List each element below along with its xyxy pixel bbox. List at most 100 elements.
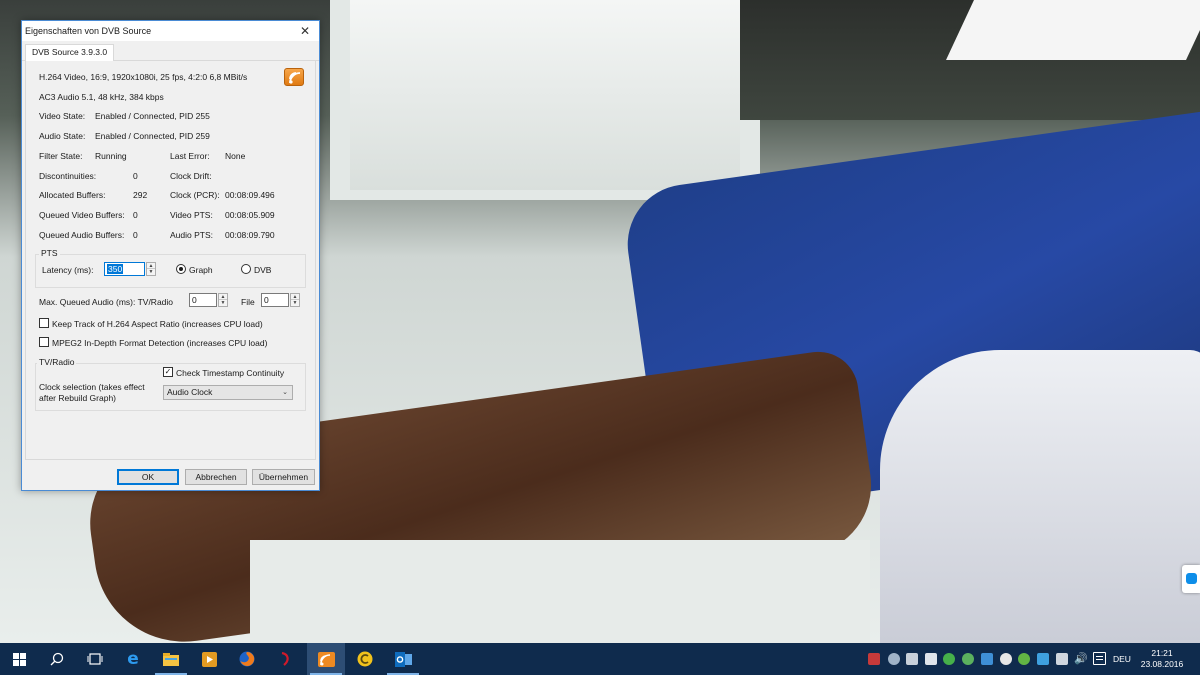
mpeg2-detection-checkbox[interactable]	[39, 337, 49, 347]
timestamp-continuity-label: Check Timestamp Continuity	[176, 368, 285, 378]
dvb-source-logo-icon	[284, 68, 304, 86]
queued-video-label: Queued Video Buffers:	[39, 210, 125, 220]
filter-state-label: Filter State:	[39, 151, 83, 161]
search-icon[interactable]	[38, 643, 76, 675]
aspect-ratio-label: Keep Track of H.264 Aspect Ratio (increa…	[52, 319, 263, 329]
apply-button[interactable]: Übernehmen	[252, 469, 315, 485]
latency-input[interactable]: 350	[104, 262, 145, 276]
close-icon[interactable]: ✕	[291, 21, 319, 41]
tv-radio-queue-input[interactable]: 0	[189, 293, 217, 307]
clock-date: 23.08.2016	[1140, 659, 1184, 669]
start-icon[interactable]	[0, 643, 38, 675]
tray-app-icon[interactable]	[981, 653, 993, 665]
audio-pts-label: Audio PTS:	[170, 230, 213, 240]
clock-selection-label-1: Clock selection (takes effect	[39, 382, 145, 392]
clock-selection-dropdown[interactable]: Audio Clock ⌄	[163, 385, 293, 400]
spin-down-icon[interactable]: ▼	[219, 300, 227, 306]
cancel-button[interactable]: Abbrechen	[185, 469, 247, 485]
tray-app-icon[interactable]	[888, 653, 900, 665]
teamviewer-icon[interactable]	[1182, 565, 1200, 593]
latency-value: 350	[107, 264, 124, 274]
tray-app-icon[interactable]	[1018, 653, 1030, 665]
video-pts-value: 00:08:05.909	[225, 210, 275, 220]
filter-state-value: Running	[95, 151, 127, 161]
dialog-title: Eigenschaften von DVB Source	[25, 26, 152, 36]
queued-audio-label: Queued Audio Buffers:	[39, 230, 125, 240]
ok-button[interactable]: OK	[117, 469, 179, 485]
clock-time: 21:21	[1151, 648, 1173, 658]
app-red-icon[interactable]	[266, 643, 304, 675]
video-pts-label: Video PTS:	[170, 210, 213, 220]
clock[interactable]: 21:21 23.08.2016	[1134, 648, 1190, 670]
queued-audio-value: 0	[133, 230, 138, 240]
tray-app-icon[interactable]	[906, 653, 918, 665]
audio-state-label: Audio State:	[39, 131, 86, 141]
file-explorer-icon[interactable]	[152, 643, 190, 675]
radio-dvb[interactable]	[241, 264, 251, 274]
tab-strip: DVB Source 3.9.3.0	[22, 41, 319, 61]
last-error-value: None	[225, 151, 246, 161]
edge-icon[interactable]: e	[114, 643, 152, 675]
language-indicator[interactable]: DEU	[1113, 654, 1131, 664]
radio-graph[interactable]	[176, 264, 186, 274]
outlook-icon[interactable]	[384, 643, 422, 675]
last-error-label: Last Error:	[170, 151, 210, 161]
checkmark-icon: ✓	[164, 367, 172, 376]
allocated-buffers-label: Allocated Buffers:	[39, 190, 106, 200]
tray-app-icon[interactable]	[943, 653, 955, 665]
radio-graph-label: Graph	[189, 265, 213, 275]
video-state-label: Video State:	[39, 111, 86, 121]
clock-drift-label: Clock Drift:	[170, 171, 212, 181]
taskbar: e 🔊 DEU 21:21 23.08.2016	[0, 643, 1200, 675]
max-queued-audio-label: Max. Queued Audio (ms): TV/Radio	[39, 297, 174, 307]
timestamp-continuity-checkbox[interactable]: ✓	[163, 367, 173, 377]
clock-pcr-value: 00:08:09.496	[225, 190, 275, 200]
file-queue-spinner[interactable]: ▲ ▼	[290, 293, 300, 307]
video-state-value: Enabled / Connected, PID 255	[95, 111, 210, 121]
radio-dvb-label: DVB	[254, 265, 272, 275]
properties-panel: H.264 Video, 16:9, 1920x1080i, 25 fps, 4…	[25, 61, 316, 460]
audio-pts-value: 00:08:09.790	[225, 230, 275, 240]
table-surface-shape	[250, 540, 870, 643]
allocated-buffers-value: 292	[133, 190, 148, 200]
tab-dvb-source[interactable]: DVB Source 3.9.3.0	[25, 44, 115, 61]
white-glove-shape	[880, 350, 1200, 643]
volume-icon[interactable]: 🔊	[1074, 653, 1088, 665]
dialog-titlebar[interactable]: Eigenschaften von DVB Source ✕	[22, 21, 319, 41]
discontinuities-value: 0	[133, 171, 138, 181]
tray-app-icon[interactable]	[1000, 653, 1012, 665]
latency-spinner[interactable]: ▲ ▼	[146, 262, 156, 276]
properties-dialog: Eigenschaften von DVB Source ✕ DVB Sourc…	[21, 20, 320, 491]
discontinuities-label: Discontinuities:	[39, 171, 97, 181]
video-format-text: H.264 Video, 16:9, 1920x1080i, 25 fps, 4…	[39, 72, 248, 82]
tray-app-icon[interactable]	[925, 653, 937, 665]
clock-selection-value: Audio Clock	[167, 387, 213, 397]
chevron-down-icon: ⌄	[282, 389, 288, 396]
tv-radio-queue-spinner[interactable]: ▲ ▼	[218, 293, 228, 307]
queued-video-value: 0	[133, 210, 138, 220]
clock-selection-label-2: after Rebuild Graph)	[39, 393, 117, 403]
clock-pcr-label: Clock (PCR):	[170, 190, 220, 200]
file-queue-input[interactable]: 0	[261, 293, 289, 307]
spin-down-icon[interactable]: ▼	[291, 300, 299, 306]
tray-app-icon[interactable]	[962, 653, 974, 665]
tray-app-icon[interactable]	[1037, 653, 1049, 665]
dvb-source-icon[interactable]	[307, 643, 345, 675]
latency-label: Latency (ms):	[42, 265, 94, 275]
app-yellow-icon[interactable]	[346, 643, 384, 675]
audio-format-text: AC3 Audio 5.1, 48 kHz, 384 kbps	[39, 92, 164, 102]
audio-state-value: Enabled / Connected, PID 259	[95, 131, 210, 141]
mpeg2-detection-label: MPEG2 In-Depth Format Detection (increas…	[52, 338, 268, 348]
tray-inner-shape	[350, 0, 740, 190]
pts-group-label: PTS	[39, 248, 60, 259]
spin-down-icon[interactable]: ▼	[147, 269, 155, 275]
notifications-icon[interactable]	[1093, 652, 1106, 665]
tv-radio-group-label: TV/Radio	[37, 357, 77, 368]
aspect-ratio-checkbox[interactable]	[39, 318, 49, 328]
firefox-icon[interactable]	[228, 643, 266, 675]
tray-app-icon[interactable]	[868, 653, 880, 665]
task-view-icon[interactable]	[76, 643, 114, 675]
media-player-icon[interactable]	[190, 643, 228, 675]
bright-edge-shape	[946, 0, 1200, 60]
network-icon[interactable]	[1056, 653, 1068, 665]
